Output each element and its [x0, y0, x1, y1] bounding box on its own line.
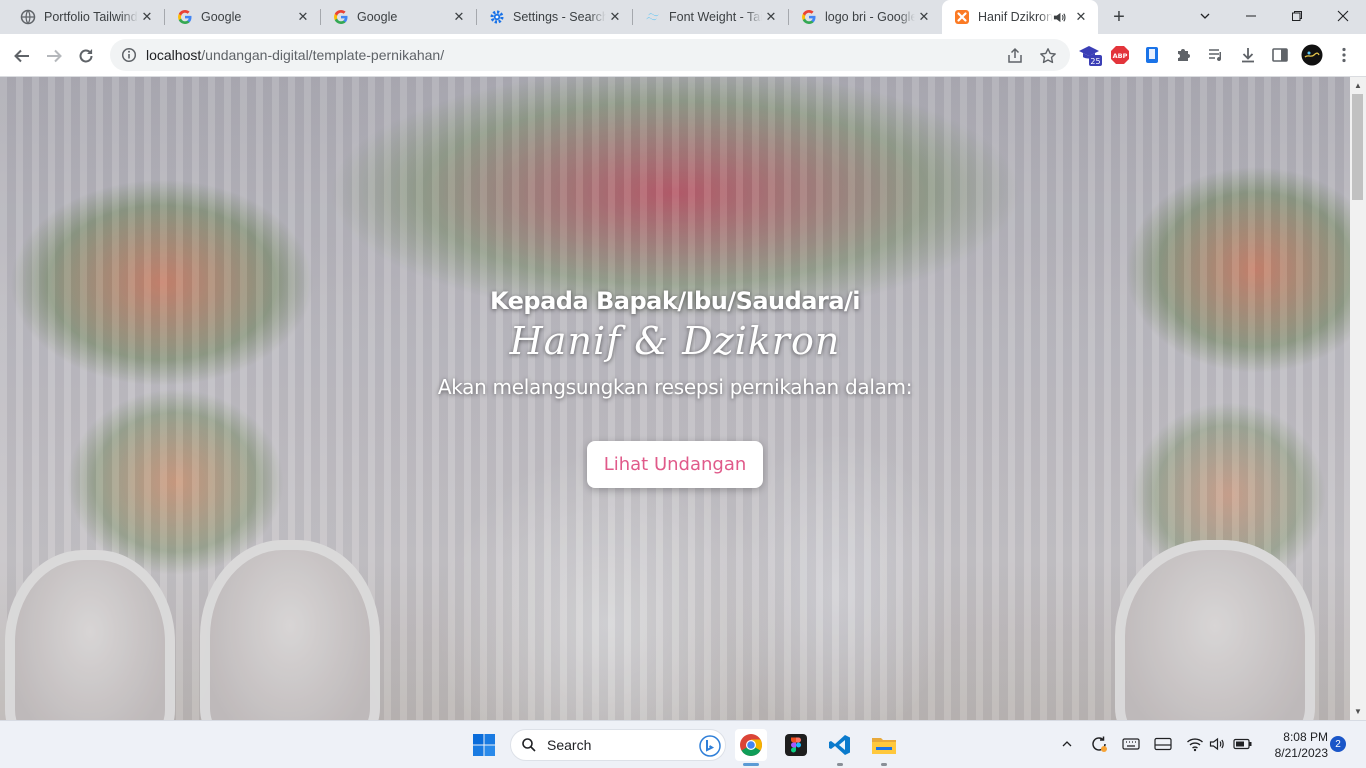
- tailwind-icon: [645, 9, 661, 25]
- tab-hanif-dzikron[interactable]: Hanif Dzikron ✕: [942, 0, 1098, 34]
- wifi-icon[interactable]: [1184, 733, 1206, 755]
- profile-avatar[interactable]: [1300, 43, 1324, 67]
- adblock-label: ABP: [1113, 52, 1128, 60]
- show-hidden-icons-chevron-icon[interactable]: [1056, 733, 1078, 755]
- url-text: localhost/undangan-digital/template-pern…: [146, 47, 444, 63]
- tab-title: Google: [357, 10, 398, 24]
- close-icon[interactable]: ✕: [915, 8, 933, 26]
- xampp-icon: [954, 9, 970, 25]
- battery-icon[interactable]: [1232, 733, 1254, 755]
- minimize-button[interactable]: [1228, 0, 1274, 32]
- close-icon[interactable]: ✕: [450, 8, 468, 26]
- close-icon[interactable]: ✕: [762, 8, 780, 26]
- side-panel-icon[interactable]: [1268, 43, 1292, 67]
- tab-google-1[interactable]: Google ✕: [165, 0, 320, 34]
- windows-taskbar: Search 8:08 PM 8/21/2023 2: [0, 720, 1366, 768]
- google-icon: [333, 9, 349, 25]
- vscode-taskbar-icon[interactable]: [824, 729, 856, 761]
- scroll-down-arrow-icon[interactable]: ▼: [1350, 703, 1366, 719]
- speaker-icon[interactable]: [1053, 11, 1066, 24]
- start-button[interactable]: [468, 729, 500, 761]
- close-icon[interactable]: ✕: [606, 8, 624, 26]
- display-icon[interactable]: [1152, 733, 1174, 755]
- site-info-icon[interactable]: [112, 47, 146, 63]
- chrome-taskbar-icon[interactable]: [735, 729, 767, 761]
- google-icon: [801, 9, 817, 25]
- forward-button[interactable]: [40, 42, 68, 70]
- settings-gear-icon: [489, 9, 505, 25]
- graduation-cap-extension-icon[interactable]: 25: [1078, 43, 1102, 67]
- page-viewport: Kepada Bapak/Ibu/Saudara/i Hanif & Dzikr…: [0, 77, 1350, 720]
- figma-taskbar-icon[interactable]: [780, 729, 812, 761]
- media-queue-icon[interactable]: [1204, 43, 1228, 67]
- tab-title: logo bri - Google: [825, 10, 915, 24]
- scrollbar-thumb[interactable]: [1352, 94, 1363, 200]
- tab-search-button[interactable]: [1182, 0, 1228, 32]
- tab-title: Font Weight - Tai: [669, 10, 762, 24]
- tab-settings-search[interactable]: Settings - Search ✕: [477, 0, 632, 34]
- url-host: localhost: [146, 47, 202, 63]
- browser-menu-icon[interactable]: [1332, 43, 1356, 67]
- search-label: Search: [547, 737, 592, 753]
- url-path: /undangan-digital/template-pernikahan/: [201, 47, 445, 63]
- hero-subtitle: Akan melangsungkan resepsi pernikahan da…: [437, 375, 913, 399]
- tab-font-weight[interactable]: Font Weight - Tai ✕: [633, 0, 788, 34]
- close-window-button[interactable]: [1320, 0, 1366, 32]
- taskbar-search[interactable]: Search: [510, 729, 726, 761]
- hero-content: Kepada Bapak/Ibu/Saudara/i Hanif & Dzikr…: [0, 287, 1350, 488]
- extension-badge-count: 25: [1090, 57, 1100, 66]
- forward-arrow-icon: [47, 49, 62, 63]
- browser-toolbar: localhost/undangan-digital/template-pern…: [0, 34, 1366, 77]
- tab-title: Settings - Search: [513, 10, 606, 24]
- couple-names: Hanif & Dzikron: [509, 319, 841, 363]
- reload-button[interactable]: [72, 42, 100, 70]
- tab-strip: Portfolio Tailwind ✕ Google ✕ Google ✕ S…: [0, 0, 1366, 34]
- download-icon[interactable]: [1236, 43, 1260, 67]
- notification-badge[interactable]: 2: [1330, 736, 1346, 752]
- scroll-up-arrow-icon[interactable]: ▲: [1350, 77, 1366, 93]
- hero-greeting: Kepada Bapak/Ibu/Saudara/i: [489, 287, 861, 315]
- explorer-running-indicator: [881, 763, 887, 766]
- open-invitation-button[interactable]: Lihat Undangan: [586, 441, 764, 488]
- reload-icon: [79, 49, 93, 63]
- windows-logo-icon: [473, 734, 495, 756]
- keyboard-icon[interactable]: [1120, 733, 1142, 755]
- chrome-active-indicator: [743, 763, 759, 766]
- back-button[interactable]: [8, 42, 36, 70]
- extensions-puzzle-icon[interactable]: [1172, 43, 1196, 67]
- tab-portfolio-tailwind[interactable]: Portfolio Tailwind ✕: [8, 0, 164, 34]
- globe-icon: [20, 9, 36, 25]
- close-icon[interactable]: ✕: [138, 8, 156, 26]
- back-arrow-icon: [14, 49, 29, 63]
- restore-button[interactable]: [1274, 0, 1320, 32]
- share-icon[interactable]: [1004, 45, 1026, 67]
- tab-title: Hanif Dzikron: [978, 10, 1053, 24]
- volume-icon[interactable]: [1206, 733, 1228, 755]
- adblock-plus-icon[interactable]: ABP: [1108, 43, 1132, 67]
- bing-icon[interactable]: [699, 735, 721, 760]
- new-tab-button[interactable]: +: [1108, 6, 1130, 28]
- phone-extension-icon[interactable]: [1140, 43, 1164, 67]
- tab-google-2[interactable]: Google ✕: [321, 0, 476, 34]
- clock-time: 8:08 PM: [1283, 730, 1328, 744]
- tab-title: Portfolio Tailwind: [44, 10, 138, 24]
- close-icon[interactable]: ✕: [1072, 8, 1090, 26]
- update-sync-icon[interactable]: [1088, 733, 1110, 755]
- tab-logo-bri[interactable]: logo bri - Google ✕: [789, 0, 941, 34]
- tab-title: Google: [201, 10, 242, 24]
- file-explorer-taskbar-icon[interactable]: [868, 729, 900, 761]
- vscode-running-indicator: [837, 763, 843, 766]
- address-bar[interactable]: localhost/undangan-digital/template-pern…: [110, 39, 1070, 71]
- taskbar-clock[interactable]: 8:08 PM 8/21/2023: [1262, 729, 1328, 761]
- bookmark-star-icon[interactable]: [1037, 45, 1059, 67]
- clock-date: 8/21/2023: [1274, 746, 1328, 760]
- google-icon: [177, 9, 193, 25]
- search-icon: [522, 738, 536, 752]
- close-icon[interactable]: ✕: [294, 8, 312, 26]
